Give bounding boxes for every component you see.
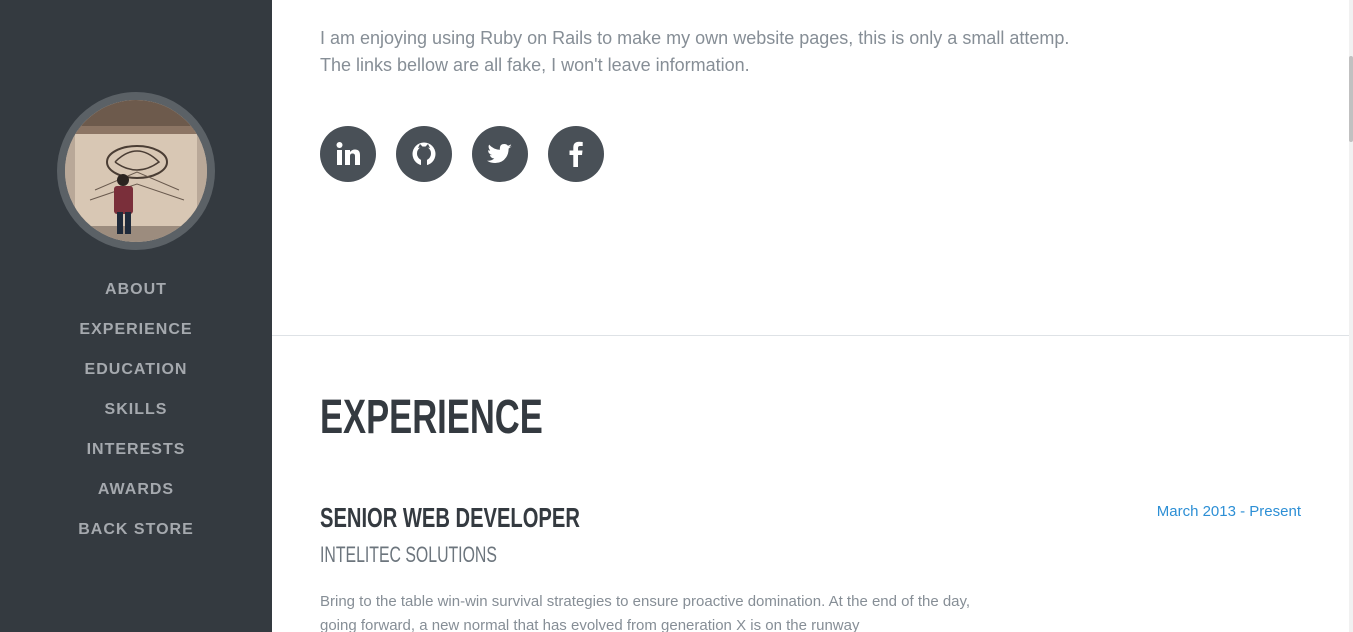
nav-link-awards[interactable]: Awards (98, 478, 174, 500)
experience-heading: Experience (320, 391, 543, 444)
linkedin-icon (336, 142, 360, 165)
nav-item-education: Education (0, 358, 272, 398)
nav-item-back-store: Back Store (0, 518, 272, 558)
profile-avatar (65, 100, 207, 242)
sidebar-nav: About Experience Education Skills Intere… (0, 278, 272, 558)
profile-avatar-frame (57, 92, 215, 250)
job-company: Intelitec Solutions (320, 542, 497, 567)
nav-item-interests: Interests (0, 438, 272, 478)
job-title: Senior Web Developer (320, 502, 580, 533)
github-icon (412, 142, 436, 167)
job-description: Bring to the table win-win survival stra… (320, 593, 971, 632)
sidebar: About Experience Education Skills Intere… (0, 0, 272, 632)
nav-link-skills[interactable]: Skills (105, 398, 168, 420)
intro-text: I am enjoying using Ruby on Rails to mak… (320, 25, 1220, 79)
facebook-button[interactable] (548, 126, 604, 182)
github-button[interactable] (396, 126, 452, 182)
intro-line-1: I am enjoying using Ruby on Rails to mak… (320, 28, 1070, 48)
nav-link-experience[interactable]: Experience (79, 318, 192, 340)
job-date: March 2013 - Present (1156, 503, 1301, 520)
nav-item-about: About (0, 278, 272, 318)
nav-item-experience: Experience (0, 318, 272, 358)
twitter-icon (487, 144, 512, 163)
nav-item-skills: Skills (0, 398, 272, 438)
nav-link-education[interactable]: Education (85, 358, 188, 380)
nav-link-about[interactable]: About (105, 278, 167, 300)
intro-line-2: The links bellow are all fake, I won't l… (320, 55, 750, 75)
social-links (320, 126, 624, 182)
profile-photo (65, 100, 207, 242)
scrollbar-track[interactable] (1349, 0, 1353, 632)
main-content: I am enjoying using Ruby on Rails to mak… (272, 0, 1353, 632)
scrollbar-thumb[interactable] (1349, 56, 1353, 142)
nav-item-awards: Awards (0, 478, 272, 518)
nav-link-back-store[interactable]: Back Store (78, 518, 194, 540)
nav-link-interests[interactable]: Interests (87, 438, 186, 460)
section-divider (272, 335, 1353, 336)
facebook-icon (569, 141, 583, 167)
linkedin-button[interactable] (320, 126, 376, 182)
twitter-button[interactable] (472, 126, 528, 182)
